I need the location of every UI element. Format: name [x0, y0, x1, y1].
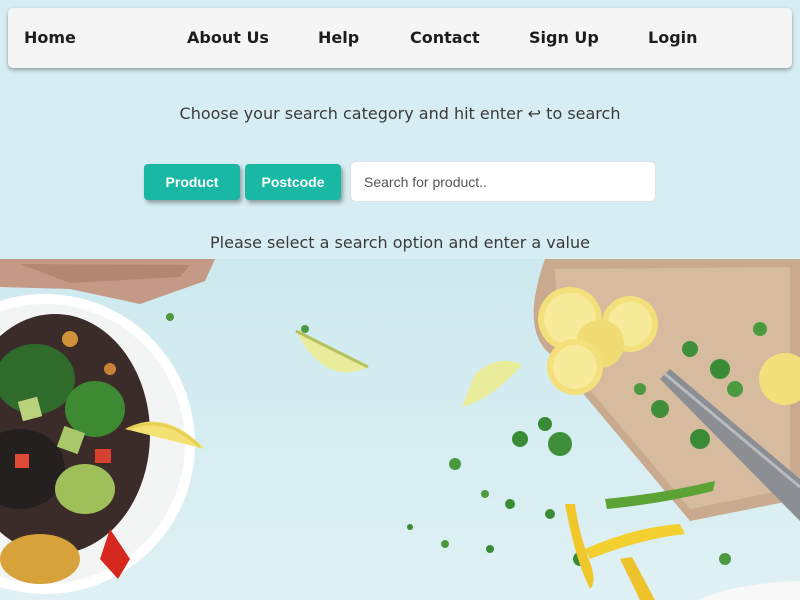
nav-about-us-link[interactable]: About Us [187, 8, 269, 68]
nav-sign-up-link[interactable]: Sign Up [529, 8, 599, 68]
postcode-option-button[interactable]: Postcode [245, 164, 341, 200]
nav-contact-link[interactable]: Contact [410, 8, 480, 68]
search-status-message: Please select a search option and enter … [210, 233, 590, 252]
nav-home-link[interactable]: Home [24, 8, 76, 68]
search-instruction: Choose your search category and hit ente… [179, 104, 621, 123]
hero-food-image [0, 259, 800, 600]
product-option-button[interactable]: Product [144, 164, 240, 200]
search-input[interactable] [350, 161, 656, 202]
nav-login-link[interactable]: Login [648, 8, 698, 68]
nav-help-link[interactable]: Help [318, 8, 359, 68]
navbar: Home About Us Help Contact Sign Up Login [8, 8, 792, 68]
